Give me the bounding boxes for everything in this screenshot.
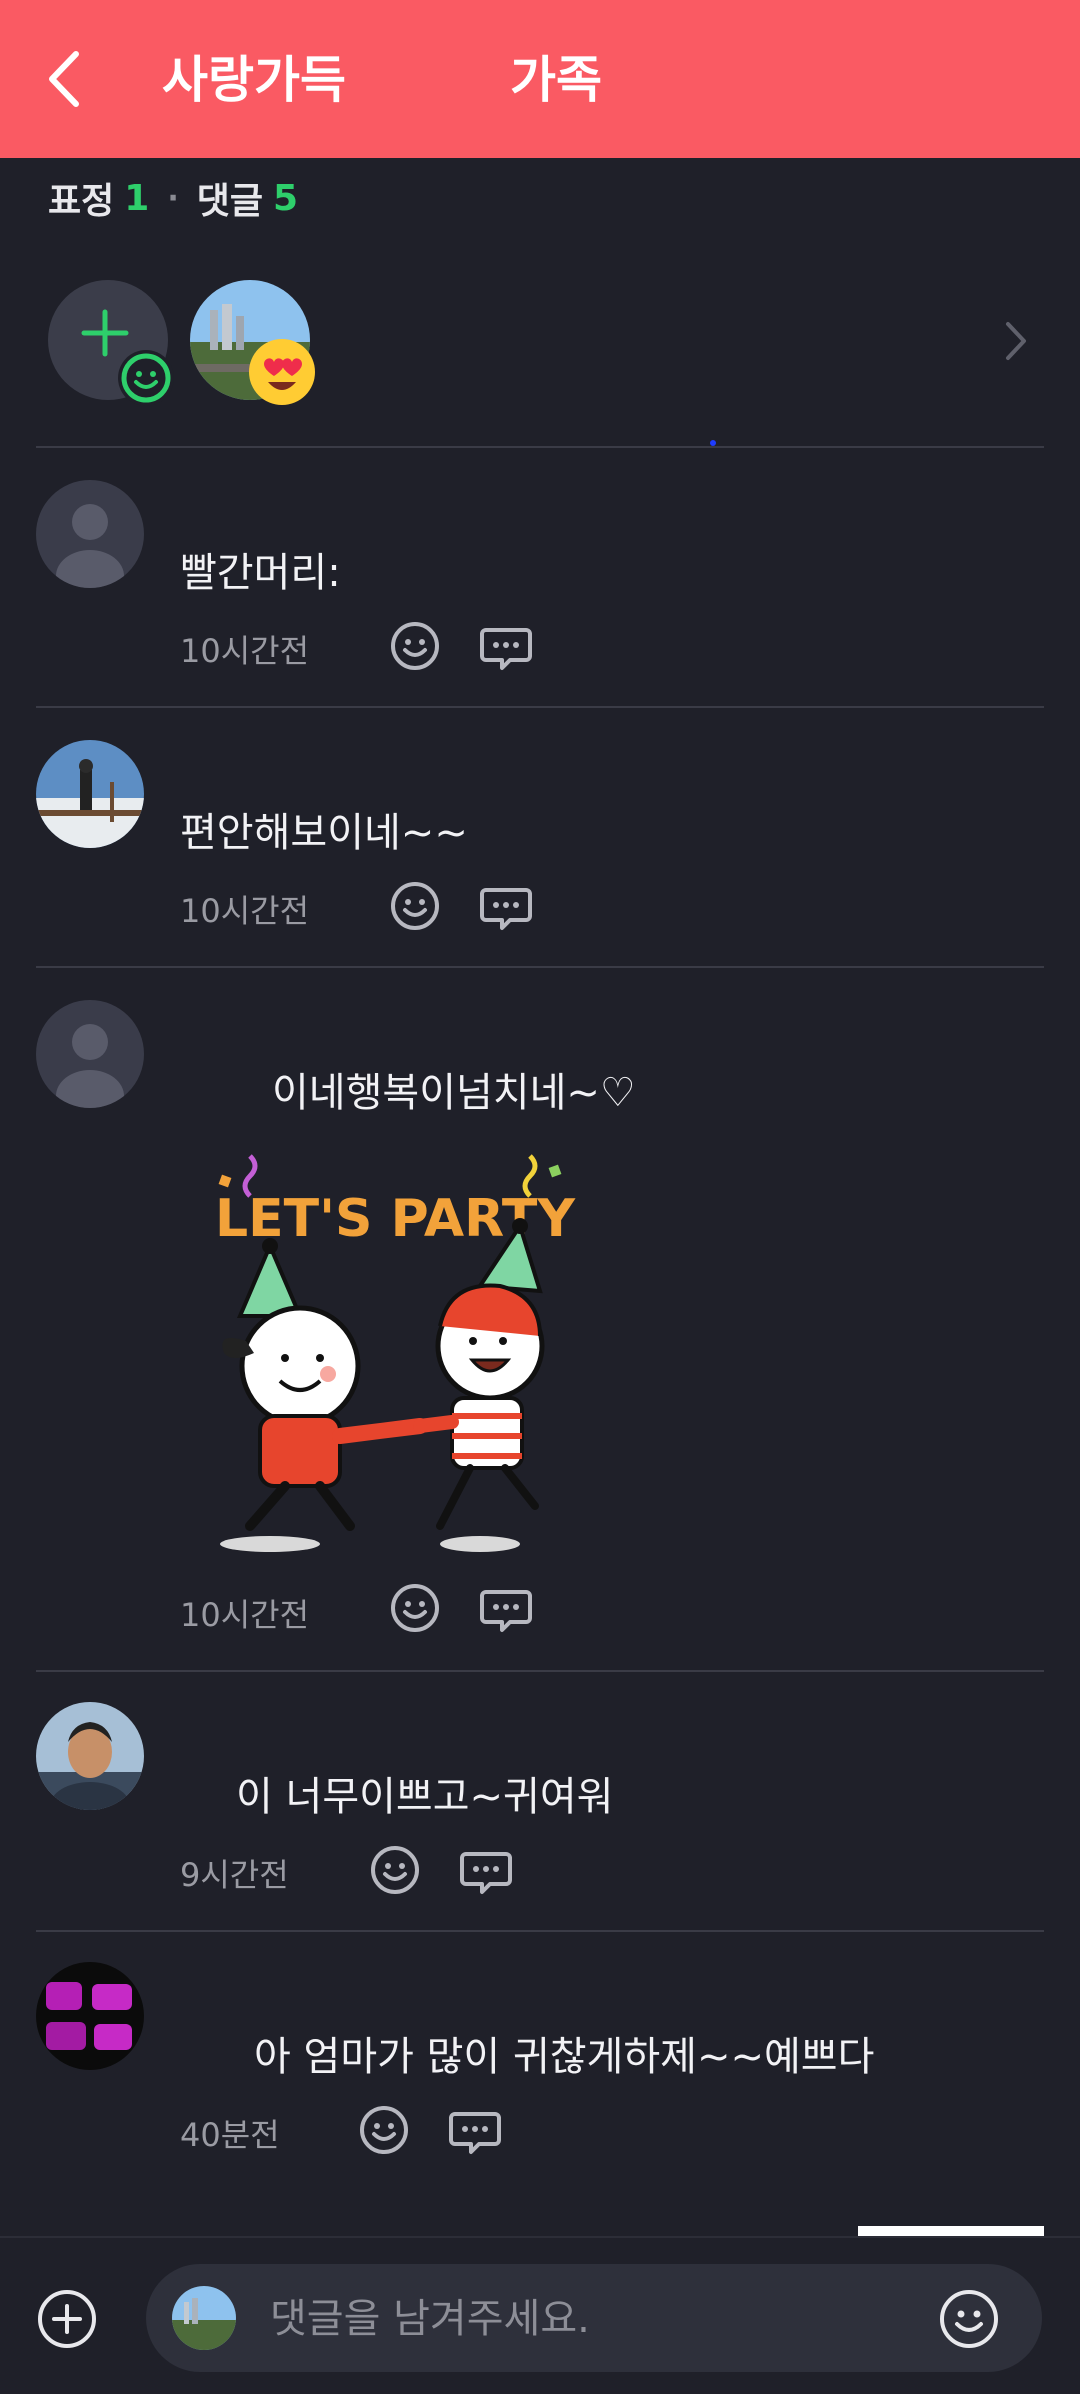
avatar[interactable] [36,1702,144,1810]
comment-time: 10시간전 [180,1596,310,1634]
default-avatar-icon [36,1000,144,1108]
party-sticker[interactable]: LET'S PARTY [190,1126,600,1566]
user-photo [36,1702,144,1810]
react-smile-icon[interactable] [387,1580,443,1636]
reaction-count: 1 [124,177,150,219]
reply-bubble-icon[interactable] [478,1580,534,1636]
comment-count-label: 댓글 [196,181,263,222]
smile-badge [118,350,174,406]
comment-time: 9시간전 [180,1856,289,1894]
top-app-bar: 사랑가득 가족 [0,0,1080,158]
react-smile-icon[interactable] [367,1842,423,1898]
comment-time: 10시간전 [180,892,310,930]
avatar[interactable] [36,1962,144,2070]
reaction-count-label: 표정 [48,181,115,222]
back-icon[interactable] [42,46,86,112]
user-photo [36,1962,144,2070]
comment-text: 편안해보이네~~ [180,810,468,856]
smile-icon [121,353,171,403]
reply-bubble-icon[interactable] [458,1842,514,1898]
comment-time: 10시간전 [180,632,310,670]
comment-item: 편안해보이네~~ 10시간전 [0,708,1080,966]
comment-text: 이 너무이쁘고~귀여워 [236,1774,614,1820]
separator-dot: · [167,180,179,216]
user-photo [36,740,144,848]
avatar[interactable] [36,740,144,848]
reply-bubble-icon[interactable] [447,2102,503,2158]
chevron-right-icon[interactable] [1000,316,1030,366]
avatar[interactable] [36,480,144,588]
default-avatar-icon [36,480,144,588]
comment-composer [0,2236,1080,2394]
comment-item: 빨간머리: 10시간전 [0,448,1080,706]
comment-text: 이네행복이넘치네~♡ [272,1070,636,1116]
comment-item: 이 너무이쁘고~귀여워 9시간전 [0,1672,1080,1930]
comment-text: 빨간머리: [180,550,341,596]
reply-bubble-icon[interactable] [478,618,534,674]
react-smile-icon[interactable] [387,878,443,934]
comment-item: 아 엄마가 많이 귀찮게하제~~예쁘다 40분전 [0,1932,1080,2190]
add-reaction-button[interactable] [48,280,174,406]
comment-text: 아 엄마가 많이 귀찮게하제~~예쁘다 [254,2034,875,2080]
reaction-row[interactable] [0,278,1080,408]
page-title: 사랑가득 [162,51,346,109]
smile-icon[interactable] [936,2286,1002,2352]
heart-eyes-icon [249,339,315,405]
avatar[interactable] [36,1000,144,1108]
react-smile-icon[interactable] [356,2102,412,2158]
my-avatar [172,2286,236,2350]
react-smile-icon[interactable] [387,618,443,674]
comment-input-wrap[interactable] [146,2264,1042,2374]
comment-time: 40분전 [180,2116,280,2154]
reaction-comment-counts: 표정 1 · 댓글 5 [48,172,298,224]
page-subtitle: 가족 [510,51,602,109]
my-photo [172,2286,236,2350]
reply-bubble-icon[interactable] [478,878,534,934]
comment-count: 5 [272,177,299,219]
comment-input[interactable] [268,2264,912,2374]
plus-circle-icon[interactable] [36,2288,98,2350]
